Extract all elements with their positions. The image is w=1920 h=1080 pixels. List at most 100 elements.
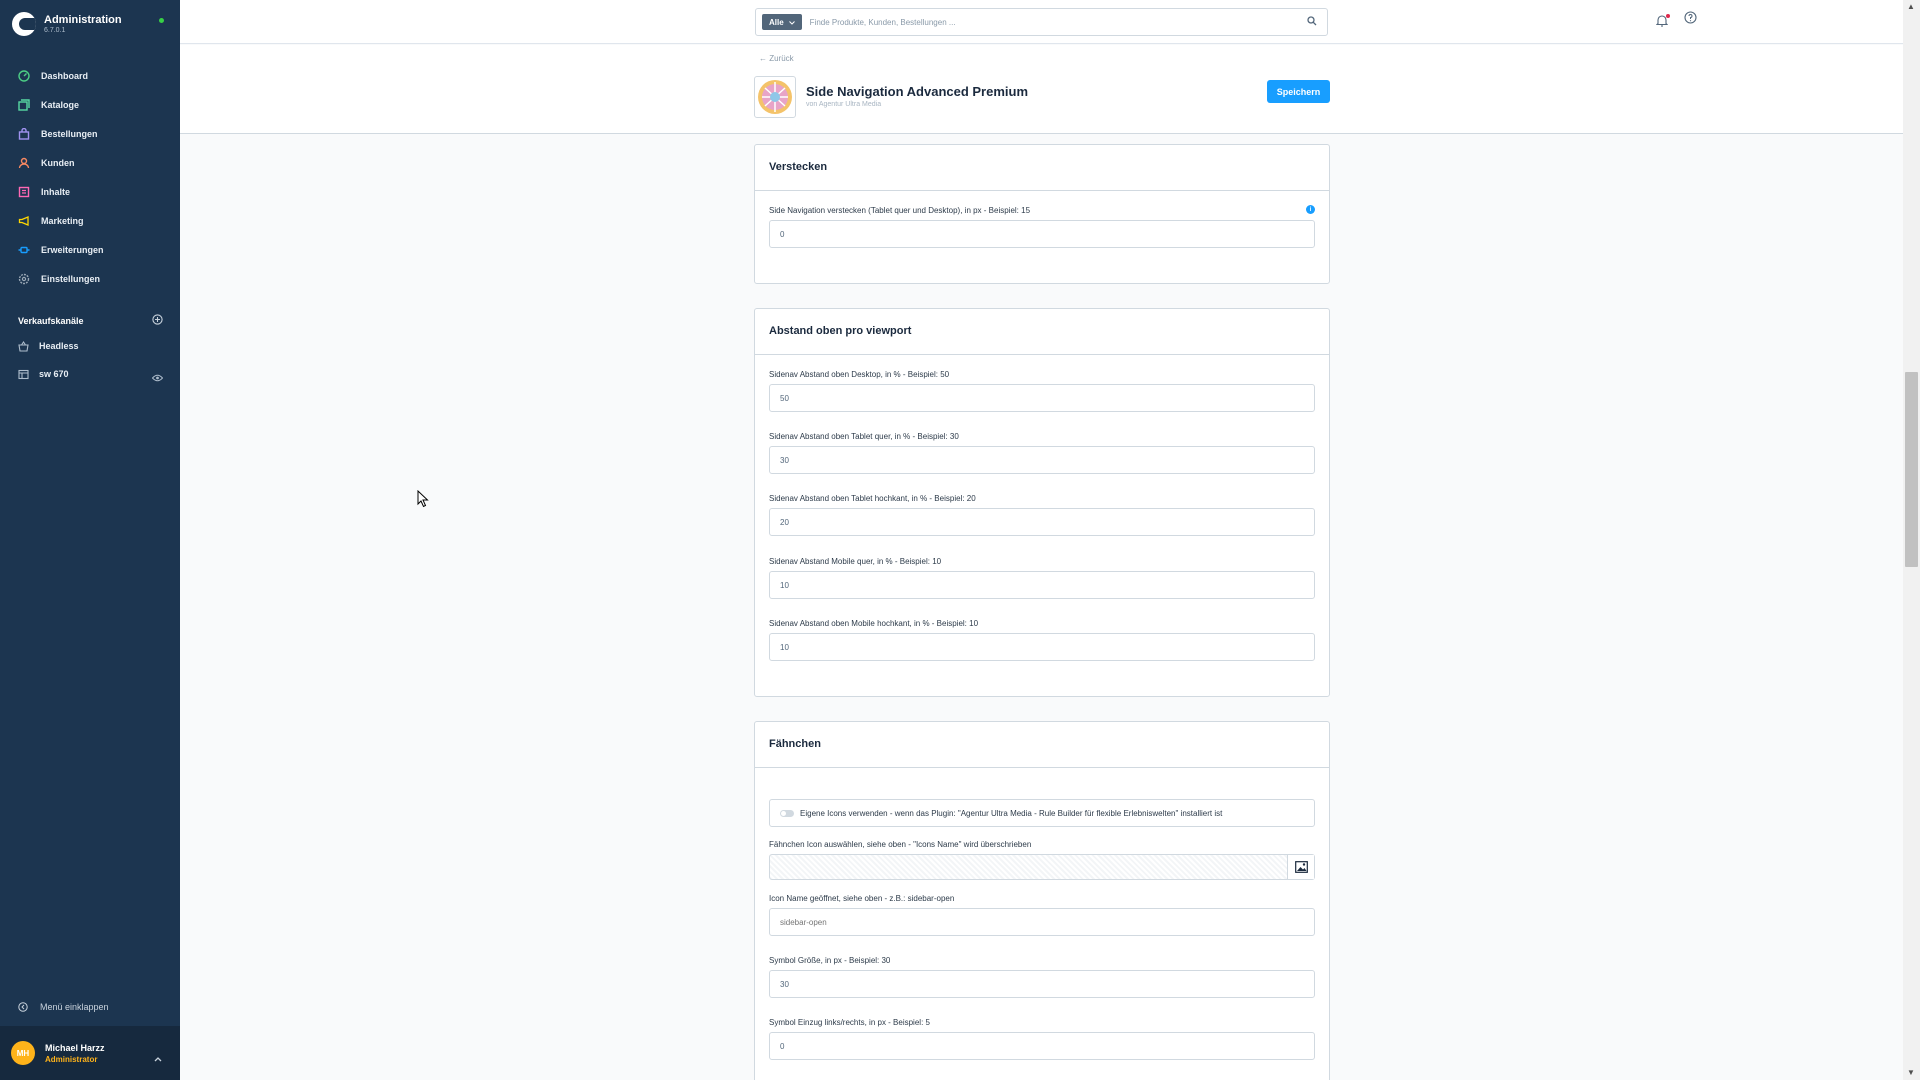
field-label: Side Navigation verstecken (Tablet quer … (769, 206, 1031, 215)
field-icon-name: Icon Name geöffnet, siehe oben - z.B.: s… (769, 894, 1315, 936)
card-title: Abstand oben pro viewport (755, 309, 1329, 355)
add-channel-icon[interactable] (152, 312, 163, 330)
dashboard-icon (17, 69, 31, 83)
content-icon (17, 185, 31, 199)
chevron-up-icon[interactable] (154, 1049, 162, 1067)
help-icon[interactable] (1684, 11, 1697, 29)
field-label: Sidenav Abstand oben Mobile hochkant, in… (769, 619, 979, 628)
scroll-down-icon[interactable]: ▼ (1907, 1068, 1915, 1077)
spacing-mobile-landscape-input[interactable] (769, 571, 1315, 599)
field-symbol-indent: Symbol Einzug links/rechts, in px - Beis… (769, 1018, 1315, 1060)
nav-label: Bestellungen (41, 128, 98, 139)
nav-item-marketing[interactable]: Marketing (0, 206, 180, 235)
search-type-label: Alle (769, 17, 784, 27)
page-title: Side Navigation Advanced Premium (806, 84, 1029, 99)
spacing-tablet-portrait-input[interactable] (769, 508, 1315, 536)
nav-item-customers[interactable]: Kunden (0, 148, 180, 177)
mouse-cursor-icon (417, 489, 429, 513)
plugin-logo (754, 76, 796, 118)
flag-media-field[interactable] (769, 854, 1315, 880)
field-hide: Side Navigation verstecken (Tablet quer … (769, 205, 1315, 248)
icon-name-input[interactable] (769, 908, 1315, 936)
field-symbol-size: Symbol Größe, in px - Beispiel: 30 (769, 956, 1315, 998)
basket-icon (16, 339, 30, 353)
plug-icon (17, 243, 31, 257)
symbol-size-input[interactable] (769, 970, 1315, 998)
field-label: Sidenav Abstand Mobile quer, in % - Beis… (769, 557, 942, 566)
channel-item-sw670[interactable]: sw 670 (0, 364, 180, 384)
online-status-dot (159, 18, 164, 23)
collapse-icon (16, 1000, 30, 1014)
info-icon[interactable]: i (1306, 205, 1315, 214)
page-scrollbar[interactable]: ▲ ▼ (1903, 0, 1920, 1080)
plugin-vendor: von Agentur Ultra Media (806, 101, 882, 108)
field-label: Symbol Einzug links/rechts, in px - Beis… (769, 1018, 930, 1027)
field-label: Fähnchen Icon auswählen, siehe oben - "I… (769, 840, 1032, 849)
card-title: Verstecken (755, 145, 1329, 191)
user-name: Michael Harzz (45, 1042, 105, 1053)
custom-icons-toggle[interactable] (780, 809, 794, 817)
brand[interactable]: Administration 6.7.0.1 (12, 12, 122, 36)
main-nav: Dashboard Kataloge Bestellungen Kunden I… (0, 61, 180, 293)
search-icon[interactable] (1307, 13, 1317, 31)
field-spacing-tablet-landscape: Sidenav Abstand oben Tablet quer, in % -… (769, 432, 1315, 474)
nav-item-orders[interactable]: Bestellungen (0, 119, 180, 148)
back-link[interactable]: ← Zurück (759, 54, 794, 63)
card-flag: Fähnchen Eigene Icons verwenden - wenn d… (754, 721, 1330, 1080)
user-menu[interactable]: MH Michael Harzz Administrator (0, 1026, 180, 1080)
hide-px-input[interactable] (769, 220, 1315, 248)
card-spacing: Abstand oben pro viewport Sidenav Abstan… (754, 308, 1330, 697)
catalog-icon (17, 98, 31, 112)
eye-icon[interactable] (151, 369, 164, 387)
custom-icons-switch-row: Eigene Icons verwenden - wenn das Plugin… (769, 799, 1315, 827)
field-spacing-tablet-portrait: Sidenav Abstand oben Tablet hochkant, in… (769, 494, 1315, 536)
nav-label: Einstellungen (41, 273, 101, 284)
field-label: Icon Name geöffnet, siehe oben - z.B.: s… (769, 894, 955, 903)
scrollbar-thumb[interactable] (1905, 372, 1918, 567)
avatar: MH (11, 1041, 35, 1065)
user-role: Administrator (45, 1054, 98, 1064)
top-bar: Alle (180, 0, 1903, 44)
nav-label: Kataloge (41, 99, 80, 110)
channel-label: Headless (39, 341, 79, 351)
field-spacing-mobile-portrait: Sidenav Abstand oben Mobile hochkant, in… (769, 619, 1315, 661)
collapse-label: Menü einklappen (40, 1002, 109, 1012)
channel-item-headless[interactable]: Headless (0, 336, 180, 356)
field-label: Sidenav Abstand oben Tablet quer, in % -… (769, 432, 959, 441)
nav-item-catalogs[interactable]: Kataloge (0, 90, 180, 119)
sales-channels-title: Verkaufskanäle (18, 316, 84, 326)
search-input[interactable] (809, 17, 1307, 27)
spacing-desktop-input[interactable] (769, 384, 1315, 412)
card-title: Fähnchen (755, 722, 1329, 768)
sales-channels-header: Verkaufskanäle (18, 312, 163, 330)
spacing-tablet-landscape-input[interactable] (769, 446, 1315, 474)
megaphone-icon (17, 214, 31, 228)
page-header: ← Zurück Side Navigation Advanced Premiu… (180, 45, 1903, 134)
gear-icon (17, 272, 31, 286)
nav-item-dashboard[interactable]: Dashboard (0, 61, 180, 90)
field-label: Sidenav Abstand oben Desktop, in % - Bei… (769, 370, 950, 379)
image-icon[interactable] (1287, 855, 1314, 879)
nav-item-content[interactable]: Inhalte (0, 177, 180, 206)
toggle-label: Eigene Icons verwenden - wenn das Plugin… (800, 808, 1223, 818)
spacing-mobile-portrait-input[interactable] (769, 633, 1315, 661)
sidebar: Administration 6.7.0.1 Dashboard Katalog… (0, 0, 180, 1080)
nav-item-extensions[interactable]: Erweiterungen (0, 235, 180, 264)
customers-icon (17, 156, 31, 170)
symbol-indent-input[interactable] (769, 1032, 1315, 1060)
field-label: Symbol Größe, in px - Beispiel: 30 (769, 956, 891, 965)
nav-label: Dashboard (41, 70, 89, 81)
card-hide: Verstecken Side Navigation verstecken (T… (754, 144, 1330, 284)
notification-dot (1666, 14, 1670, 18)
nav-label: Kunden (41, 157, 75, 168)
save-button[interactable]: Speichern (1267, 80, 1330, 103)
scroll-up-icon[interactable]: ▲ (1907, 2, 1915, 11)
search-type-select[interactable]: Alle (762, 14, 802, 30)
global-search: Alle (755, 8, 1328, 36)
nav-item-settings[interactable]: Einstellungen (0, 264, 180, 293)
app-title: Administration (44, 14, 122, 26)
collapse-menu-button[interactable]: Menü einklappen (16, 1000, 109, 1014)
nav-label: Inhalte (41, 186, 71, 197)
shopping-bag-icon (17, 127, 31, 141)
shopware-logo (12, 12, 36, 36)
